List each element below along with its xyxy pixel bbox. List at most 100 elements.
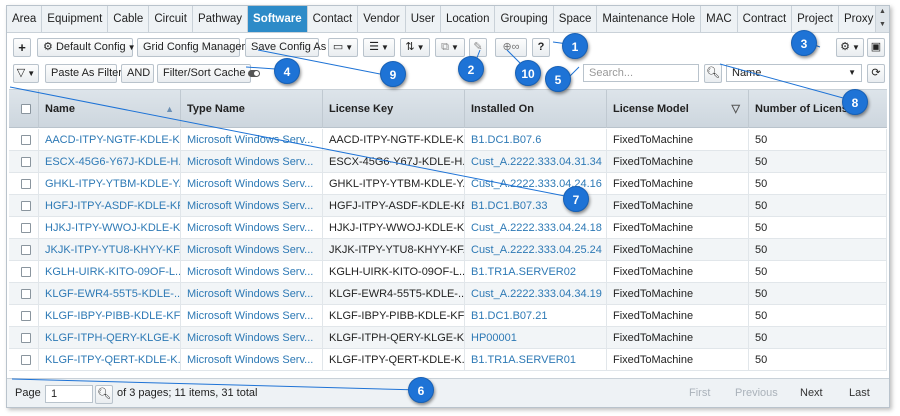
tab-contact[interactable]: Contact [308, 6, 359, 32]
column-header-name[interactable]: Name ▲ [39, 90, 181, 128]
cell-name[interactable]: KLGF-EWR4-55T5-KDLE-... [39, 283, 181, 305]
last-page-link[interactable]: Last [849, 387, 870, 399]
tab-space[interactable]: Space [554, 6, 598, 32]
row-checkbox[interactable] [21, 289, 31, 299]
table-row[interactable]: KLGF-EWR4-55T5-KDLE-... Microsoft Windows… [9, 283, 887, 305]
cell-installed-on[interactable]: Cust_A.2222.333.04.24.18 [465, 217, 607, 239]
link-button[interactable]: ⊕∞ [495, 38, 527, 57]
column-header-license-key[interactable]: License Key [323, 90, 465, 128]
table-row[interactable]: HJKJ-ITPY-WWOJ-KDLE-K... Microsoft Window… [9, 217, 887, 239]
tab-scroll-buttons[interactable]: ▲ ▼ [875, 6, 889, 32]
refresh-button[interactable]: ⟳ [867, 64, 885, 83]
plugin-button[interactable]: ✎ [469, 38, 487, 57]
row-checkbox[interactable] [21, 135, 31, 145]
tab-area[interactable]: Area [7, 6, 43, 32]
table-row[interactable]: KLGF-IBPY-PIBB-KDLE-KF... Microsoft Windo… [9, 305, 887, 327]
cell-type-name[interactable]: Microsoft Windows Serv... [181, 239, 323, 261]
table-row[interactable]: KLGF-ITPY-QERT-KDLE-K... Microsoft Window… [9, 349, 887, 371]
cell-type-name[interactable]: Microsoft Windows Serv... [181, 283, 323, 305]
table-row[interactable]: ESCX-45G6-Y67J-KDLE-H... Microsoft Window… [9, 151, 887, 173]
tab-software[interactable]: Software [248, 6, 308, 32]
cell-installed-on[interactable]: B1.TR1A.SERVER01 [465, 349, 607, 371]
cell-name[interactable]: HJKJ-ITPY-WWOJ-KDLE-K... [39, 217, 181, 239]
first-page-link[interactable]: First [689, 387, 710, 399]
row-checkbox[interactable] [21, 311, 31, 321]
and-button[interactable]: AND [121, 64, 154, 83]
tab-grouping[interactable]: Grouping [495, 6, 554, 32]
table-row[interactable]: KGLH-UIRK-KITO-09OF-L... Microsoft Window… [9, 261, 887, 283]
cell-installed-on[interactable]: B1.DC1.B07.21 [465, 305, 607, 327]
next-page-link[interactable]: Next [800, 387, 823, 399]
search-button[interactable]: 🔍︎ [704, 64, 722, 83]
settings-dropdown[interactable]: ⚙ ▼ [836, 38, 864, 57]
save-config-as-button[interactable]: Save Config As [245, 38, 326, 57]
cell-type-name[interactable]: Microsoft Windows Serv... [181, 305, 323, 327]
column-header-license-model[interactable]: License Model ▽ [607, 90, 749, 128]
tab-circuit[interactable]: Circuit [149, 6, 193, 32]
cell-installed-on[interactable]: Cust_A.2222.333.04.25.24 [465, 239, 607, 261]
page-number-input[interactable]: 1 [45, 385, 93, 403]
search-input[interactable]: Search... [583, 64, 699, 82]
tab-vendor[interactable]: Vendor [358, 6, 406, 32]
view-mode-dropdown[interactable]: ▭ ▼ [328, 38, 358, 57]
select-all-checkbox[interactable] [21, 104, 31, 114]
tab-user[interactable]: User [406, 6, 441, 32]
cell-type-name[interactable]: Microsoft Windows Serv... [181, 217, 323, 239]
cell-installed-on[interactable]: Cust_A.2222.333.04.31.34 [465, 151, 607, 173]
sort-dropdown[interactable]: ⇅ ▼ [400, 38, 430, 57]
tab-cable[interactable]: Cable [108, 6, 150, 32]
column-header-installed-on[interactable]: Installed On [465, 90, 607, 128]
cell-name[interactable]: GHKL-ITPY-YTBM-KDLE-Y... [39, 173, 181, 195]
row-checkbox[interactable] [21, 157, 31, 167]
help-button[interactable]: ? [532, 38, 550, 57]
chevron-down-icon[interactable]: ▼ [876, 19, 889, 32]
cell-name[interactable]: JKJK-ITPY-YTU8-KHYY-KF... [39, 239, 181, 261]
cell-type-name[interactable]: Microsoft Windows Serv... [181, 195, 323, 217]
tab-contract[interactable]: Contract [738, 6, 793, 32]
tab-equipment[interactable]: Equipment [42, 6, 109, 32]
cell-type-name[interactable]: Microsoft Windows Serv... [181, 327, 323, 349]
list-options-dropdown[interactable]: ☰ ▼ [363, 38, 395, 57]
cell-name[interactable]: KLGF-ITPH-QERY-KLGE-K... [39, 327, 181, 349]
go-to-page-button[interactable]: 🔍︎ [95, 385, 113, 404]
cell-name[interactable]: KLGF-ITPY-QERT-KDLE-K... [39, 349, 181, 371]
filter-sort-cache-toggle[interactable]: Filter/Sort Cache [157, 64, 260, 83]
save-button[interactable]: ▣ [867, 38, 885, 57]
row-checkbox[interactable] [21, 355, 31, 365]
row-checkbox[interactable] [21, 179, 31, 189]
tab-mac[interactable]: MAC [701, 6, 738, 32]
table-row[interactable]: KLGF-ITPH-QERY-KLGE-K... Microsoft Window… [9, 327, 887, 349]
row-checkbox[interactable] [21, 333, 31, 343]
cell-type-name[interactable]: Microsoft Windows Serv... [181, 349, 323, 371]
cell-name[interactable]: ESCX-45G6-Y67J-KDLE-H... [39, 151, 181, 173]
search-field-select[interactable]: Name ▼ [726, 64, 862, 82]
row-checkbox[interactable] [21, 223, 31, 233]
cell-name[interactable]: KLGF-IBPY-PIBB-KDLE-KF... [39, 305, 181, 327]
cell-installed-on[interactable]: B1.DC1.B07.6 [465, 129, 607, 151]
default-config-dropdown[interactable]: ⚙ Default Config ▼ [37, 38, 136, 57]
cell-type-name[interactable]: Microsoft Windows Serv... [181, 129, 323, 151]
cell-name[interactable]: KGLH-UIRK-KITO-09OF-L... [39, 261, 181, 283]
cell-type-name[interactable]: Microsoft Windows Serv... [181, 261, 323, 283]
paste-as-filter-button[interactable]: Paste As Filter [45, 64, 122, 83]
funnel-icon[interactable]: ▽ [732, 90, 740, 128]
tab-project[interactable]: Project [792, 6, 839, 32]
grid-config-manager-button[interactable]: Grid Config Manager [137, 38, 245, 57]
tab-maintenance-hole[interactable]: Maintenance Hole [597, 6, 702, 32]
cell-installed-on[interactable]: HP00001 [465, 327, 607, 349]
table-row[interactable]: GHKL-ITPY-YTBM-KDLE-Y... Microsoft Window… [9, 173, 887, 195]
cell-name[interactable]: HGFJ-ITPY-ASDF-KDLE-KF... [39, 195, 181, 217]
cell-name[interactable]: AACD-ITPY-NGTF-KDLE-K... [39, 129, 181, 151]
chevron-up-icon[interactable]: ▲ [876, 6, 889, 19]
add-button[interactable]: + [13, 38, 31, 57]
cell-type-name[interactable]: Microsoft Windows Serv... [181, 173, 323, 195]
row-checkbox[interactable] [21, 245, 31, 255]
table-row[interactable]: HGFJ-ITPY-ASDF-KDLE-KF... Microsoft Windo… [9, 195, 887, 217]
tab-proxy[interactable]: Proxy [839, 6, 880, 32]
tab-pathway[interactable]: Pathway [193, 6, 249, 32]
row-checkbox[interactable] [21, 201, 31, 211]
filter-dropdown[interactable]: ▽ ▼ [13, 64, 39, 83]
copy-dropdown[interactable]: ⧉ ▼ [435, 38, 465, 57]
cell-installed-on[interactable]: B1.TR1A.SERVER02 [465, 261, 607, 283]
table-row[interactable]: AACD-ITPY-NGTF-KDLE-K... Microsoft Window… [9, 129, 887, 151]
